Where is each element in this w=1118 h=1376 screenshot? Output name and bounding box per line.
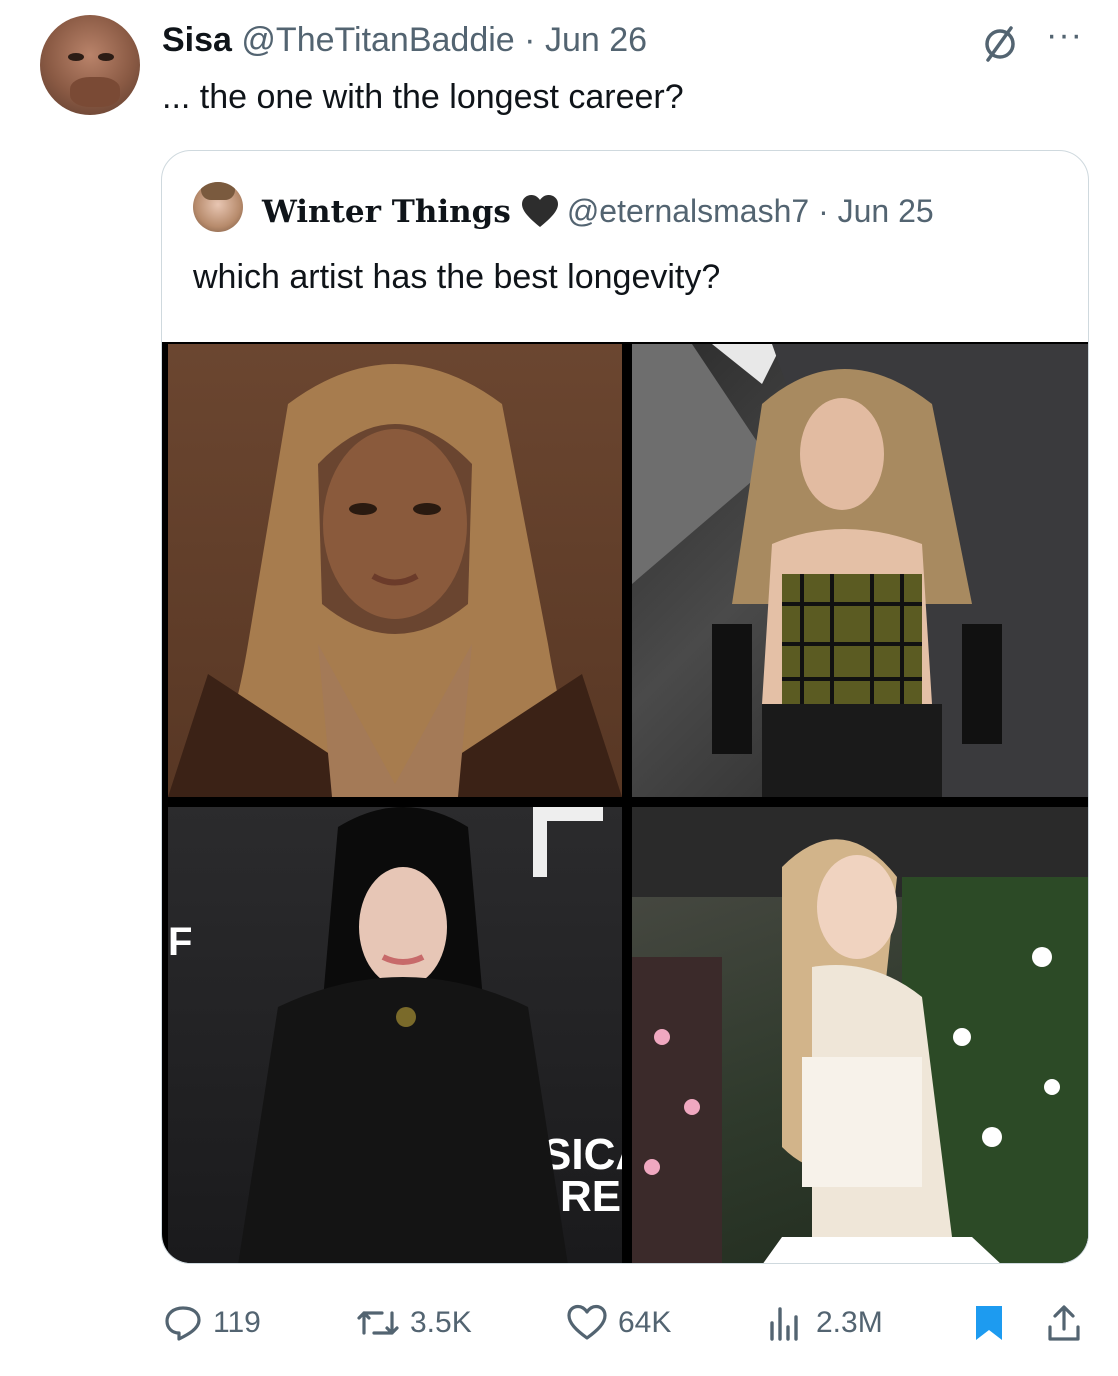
- repost-icon: [357, 1311, 399, 1335]
- bookmark-button[interactable]: [972, 1300, 1016, 1346]
- heart-emoji-icon: [521, 195, 558, 227]
- more-icon[interactable]: ···: [1046, 16, 1083, 55]
- separator: ·: [524, 21, 536, 59]
- reply-icon: [165, 1306, 201, 1341]
- author-name[interactable]: Sisa: [162, 21, 232, 59]
- views-button[interactable]: 2.3M: [766, 1300, 883, 1346]
- grok-icon[interactable]: [980, 24, 1020, 64]
- quoted-author-avatar[interactable]: [193, 182, 243, 232]
- repost-count: 3.5K: [410, 1306, 472, 1339]
- share-icon: [1048, 1305, 1080, 1341]
- quoted-author-handle[interactable]: @eternalsmash7: [567, 193, 809, 229]
- woman-in-plaid-corset-photo[interactable]: [632, 344, 1088, 797]
- woman-in-black-leather-photo[interactable]: F SICA RE: [168, 807, 622, 1263]
- quoted-tweet-date[interactable]: Jun 25: [838, 193, 934, 229]
- reply-button[interactable]: 119: [163, 1300, 261, 1346]
- reply-count: 119: [213, 1306, 261, 1339]
- tweet-text: ... the one with the longest career?: [162, 78, 684, 116]
- quoted-tweet-text: which artist has the best longevity?: [193, 258, 721, 296]
- woman-in-brown-blazer-photo[interactable]: [168, 344, 622, 797]
- share-button[interactable]: [1044, 1300, 1094, 1346]
- tweet-header: Sisa @TheTitanBaddie · Jun 26: [162, 20, 647, 60]
- view-count: 2.3M: [816, 1306, 883, 1339]
- separator: ·: [818, 193, 829, 229]
- backdrop-sign-line2: RE: [560, 1172, 621, 1221]
- bookmark-icon: [976, 1306, 1002, 1340]
- author-handle[interactable]: @TheTitanBaddie: [241, 21, 514, 59]
- views-icon: [770, 1307, 798, 1341]
- repost-button[interactable]: 3.5K: [356, 1300, 472, 1346]
- action-bar: 119 3.5K 64K 2.3M: [0, 1300, 1118, 1350]
- tweet-date[interactable]: Jun 26: [545, 21, 647, 59]
- quoted-tweet[interactable]: Winter Things @eternalsmash7 · Jun 25 whi…: [161, 150, 1089, 1264]
- woman-in-white-corset-photo[interactable]: [632, 807, 1088, 1263]
- photo-grid: F SICA RE: [162, 342, 1088, 1263]
- like-icon: [567, 1304, 607, 1340]
- quoted-author-name[interactable]: Winter Things: [262, 194, 511, 230]
- quoted-tweet-header: Winter Things @eternalsmash7 · Jun 25: [262, 191, 934, 232]
- like-button[interactable]: 64K: [566, 1300, 671, 1346]
- like-count: 64K: [618, 1306, 672, 1339]
- author-avatar[interactable]: [40, 15, 140, 115]
- backdrop-letter: F: [168, 920, 192, 964]
